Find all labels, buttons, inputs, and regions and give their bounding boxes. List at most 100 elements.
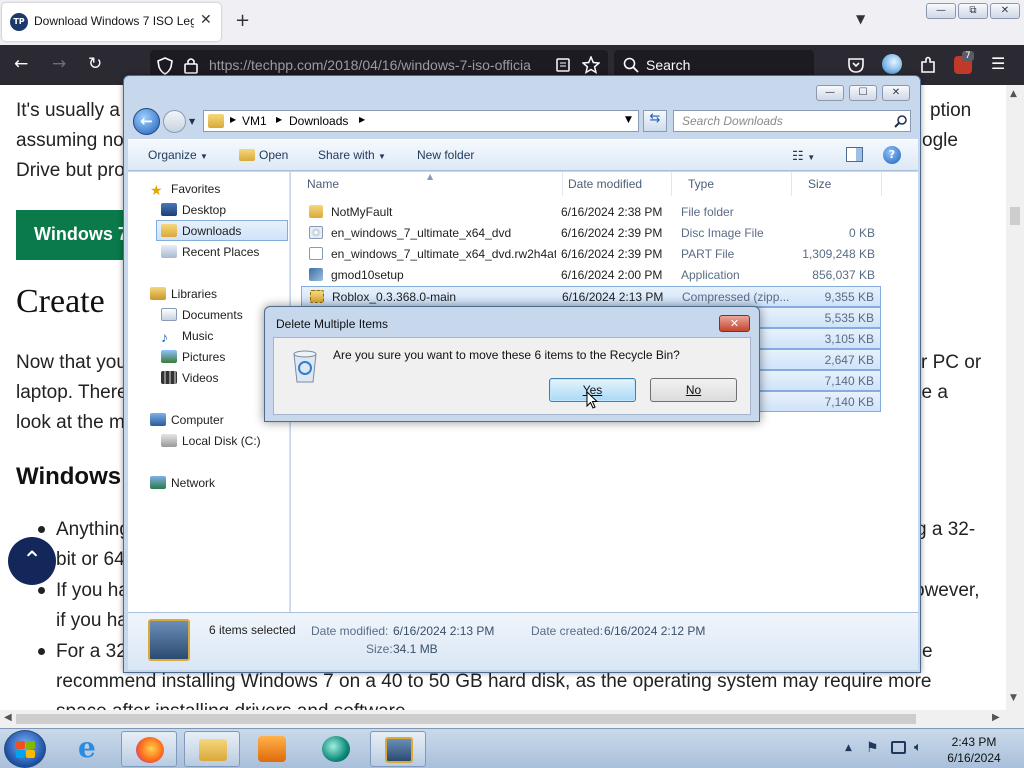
nav-label: Network [171,476,216,490]
file-row[interactable]: gmod10setup 6/16/2024 2:00 PM Applicatio… [301,265,881,286]
search-icon[interactable] [894,114,908,128]
action-center-flag-icon[interactable]: ⚑ [866,740,879,756]
reader-view-icon[interactable] [555,57,571,73]
multiple-files-icon [148,619,190,661]
file-row[interactable]: NotMyFault 6/16/2024 2:38 PM File folder [301,202,881,223]
scrollbar-thumb[interactable] [16,714,916,724]
breadcrumb-downloads[interactable]: Downloads [289,114,348,128]
file-size: 7,140 KB [824,395,874,409]
system-clock[interactable]: 2:43 PM 6/16/2024 [936,734,1012,766]
organize-button[interactable]: Organize ▼ [148,148,208,162]
pocket-icon[interactable] [847,56,865,74]
search-placeholder: Search Downloads [682,114,783,128]
file-row[interactable]: en_windows_7_ultimate_x64_dvd 6/16/2024 … [301,223,881,244]
explorer-minimize-button[interactable]: — [816,85,844,101]
taskbar-explorer[interactable] [184,731,240,767]
no-button[interactable]: No [650,378,737,402]
page-horizontal-scrollbar[interactable]: ◀ ▶ [0,710,1024,728]
nav-local-disk[interactable]: Local Disk (C:) [161,434,261,448]
menu-hamburger-icon[interactable]: ☰ [991,54,1005,73]
nav-recent-places[interactable]: Recent Places [161,245,259,259]
scroll-up-arrow-icon[interactable]: ▲ [1010,89,1017,99]
open-label: Open [259,148,289,162]
shield-icon[interactable] [156,57,174,75]
change-view-icon[interactable]: ☷ ▼ [792,148,815,164]
lock-icon[interactable] [183,56,199,74]
column-header-type[interactable]: Type [672,172,792,196]
nav-videos[interactable]: Videos [161,371,218,385]
bookmark-star-icon[interactable] [582,56,600,74]
start-button[interactable] [4,730,46,768]
nav-downloads[interactable]: Downloads [156,220,288,241]
back-arrow-icon[interactable]: ← [14,54,28,74]
forward-arrow-icon[interactable] [163,110,186,133]
url-text[interactable]: https://techpp.com/2018/04/16/windows-7-… [209,57,549,73]
taskbar-firefox[interactable] [121,731,177,767]
nav-network[interactable]: Network [150,476,215,490]
show-hidden-icons-icon[interactable]: ▲ [845,743,852,753]
new-folder-button[interactable]: New folder [417,148,474,162]
file-name: en_windows_7_ultimate_x64_dvd [331,226,512,240]
scroll-to-top-button[interactable]: ⌃ [8,537,56,585]
breadcrumb-separator-icon[interactable]: ▶ [359,115,365,124]
nav-computer[interactable]: Computer [150,413,224,427]
dialog-title: Delete Multiple Items [276,317,389,331]
breadcrumb-separator-icon[interactable]: ▶ [276,115,282,124]
nav-pictures[interactable]: Pictures [161,350,225,364]
app-icon [322,736,350,762]
browser-restore-button[interactable]: ⧉ [958,3,988,19]
new-tab-button[interactable]: + [235,10,250,31]
list-all-tabs-button[interactable]: ▼ [856,12,865,26]
browser-tab[interactable]: TP Download Windows 7 ISO Lega ✕ [2,3,221,41]
column-header-date[interactable]: Date modified [552,172,672,196]
size-label: Size: [366,642,393,656]
browser-minimize-button[interactable]: — [926,3,956,19]
taskbar-media-player[interactable] [244,731,300,767]
article-text: Anything [56,519,130,540]
extension-icon[interactable] [882,54,902,74]
recent-pages-chevron-icon[interactable]: ▼ [189,117,195,126]
explorer-search-input[interactable]: Search Downloads [673,110,911,132]
extensions-puzzle-icon[interactable] [919,55,937,75]
browser-close-button[interactable]: ✕ [990,3,1020,19]
dialog-close-button[interactable]: ✕ [719,315,750,332]
scrollbar-thumb[interactable] [1010,207,1020,225]
taskbar-recycle-dialog[interactable] [370,731,426,767]
column-header-size[interactable]: Size [792,172,882,196]
volume-muted-icon[interactable]: 🔈︎ [914,740,922,755]
nav-desktop[interactable]: Desktop [161,203,226,217]
share-with-button[interactable]: Share with ▼ [318,148,386,162]
preview-pane-icon[interactable] [846,147,863,162]
open-button[interactable]: Open [239,148,288,162]
back-arrow-icon[interactable]: ← [133,108,160,135]
tab-close-icon[interactable]: ✕ [200,12,212,28]
firefox-icon [136,737,164,763]
file-row[interactable]: en_windows_7_ultimate_x64_dvd.rw2h4at...… [301,244,881,265]
explorer-maximize-button[interactable]: ☐ [849,85,877,101]
nav-label: Videos [182,371,219,385]
refresh-icon[interactable]: ⇆ [643,110,667,132]
breadcrumb-separator-icon[interactable]: ▶ [230,115,236,124]
breadcrumb-vm1[interactable]: VM1 [242,114,267,128]
recent-places-icon [161,245,177,258]
nav-favorites[interactable]: ★ Favorites [150,182,220,199]
help-icon[interactable]: ? [883,146,901,164]
reload-icon[interactable]: ↻ [88,54,102,74]
taskbar-internet-explorer[interactable]: e [62,731,118,767]
article-text: r PC or [921,352,982,373]
nav-libraries[interactable]: Libraries [150,287,217,301]
scroll-right-arrow-icon[interactable]: ▶ [992,712,1000,723]
network-status-icon[interactable] [891,741,906,754]
scroll-down-arrow-icon[interactable]: ▼ [1010,693,1017,703]
file-row-selected[interactable]: Roblox_0.3.368.0-main 6/16/2024 2:13 PM … [301,286,881,307]
nav-music[interactable]: ♪ Music [161,329,213,345]
scroll-left-arrow-icon[interactable]: ◀ [4,712,12,723]
page-vertical-scrollbar[interactable]: ▲ ▼ [1006,85,1024,710]
forward-arrow-icon[interactable]: → [52,54,66,74]
address-bar[interactable]: ▶ VM1 ▶ Downloads ▶ ▼ [203,110,639,132]
address-dropdown-icon[interactable]: ▼ [625,115,632,125]
explorer-close-button[interactable]: ✕ [882,85,910,101]
nav-documents[interactable]: Documents [161,308,243,322]
taskbar-app[interactable] [308,731,364,767]
folder-icon [208,114,224,128]
